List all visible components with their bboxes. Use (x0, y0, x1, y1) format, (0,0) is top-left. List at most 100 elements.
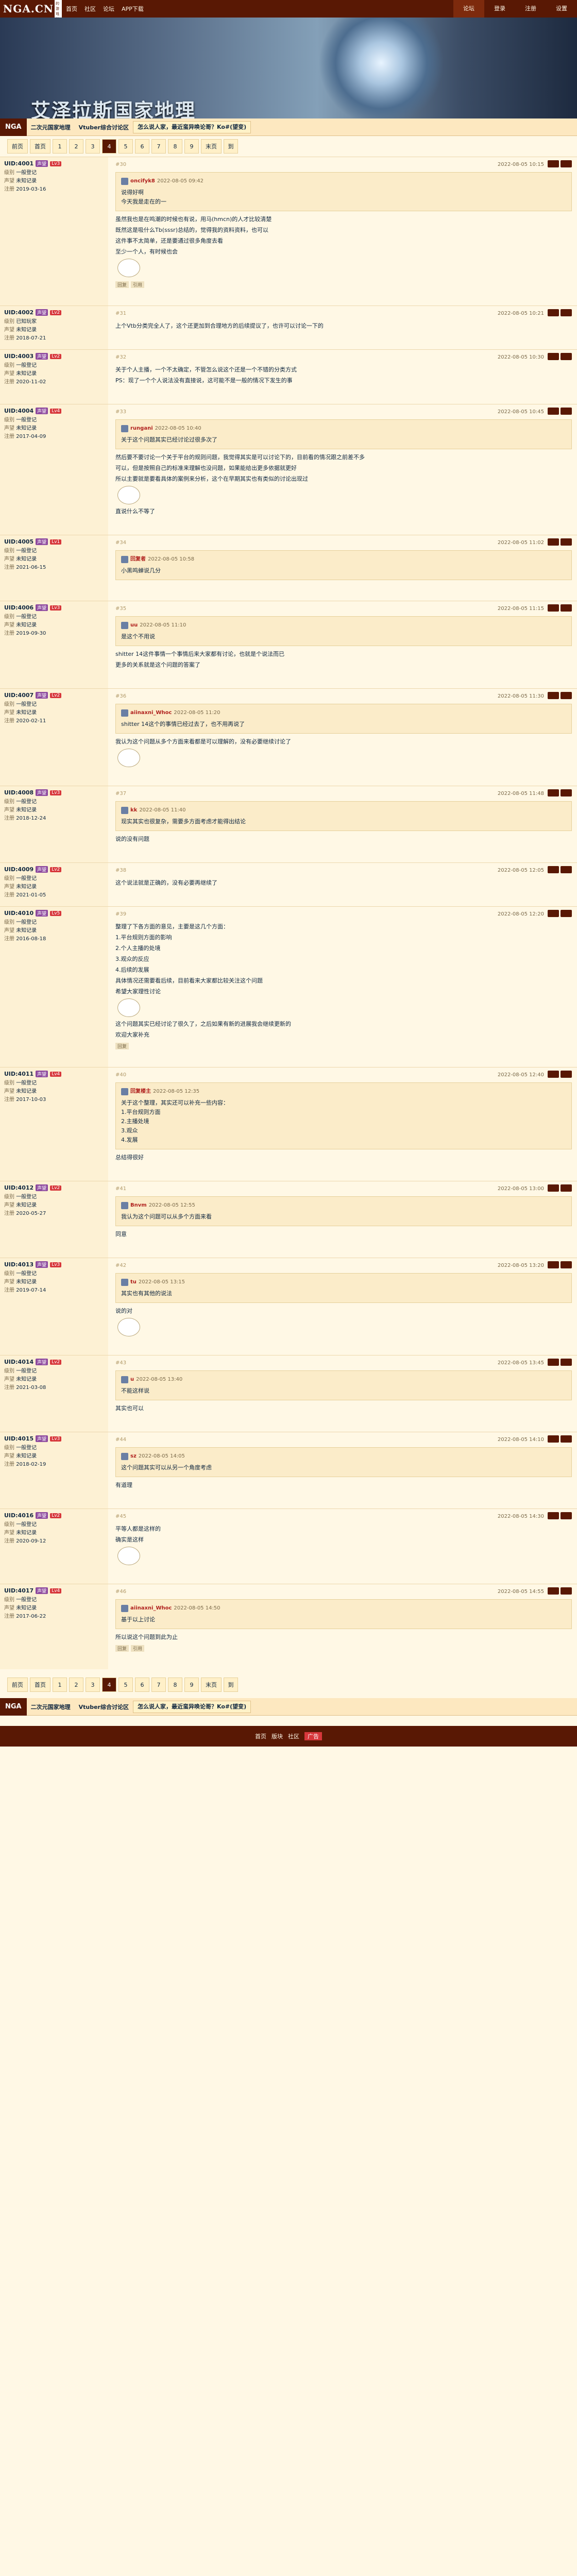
username[interactable]: UID:4011 (4, 1071, 33, 1077)
post-action[interactable]: 回复 (115, 281, 129, 288)
post-floor[interactable]: #39 (115, 911, 126, 917)
username[interactable]: UID:4014 (4, 1359, 33, 1365)
breadcrumb-thread[interactable]: 怎么说人家，最近蛮异唤论哥？Ko#(望变) (133, 1700, 251, 1713)
page-link[interactable]: 8 (168, 1677, 182, 1692)
page-link[interactable]: 5 (118, 139, 133, 154)
more-button[interactable] (561, 408, 572, 415)
page-current[interactable]: 4 (102, 1677, 116, 1692)
quote-user[interactable]: oncifyk8 (130, 177, 155, 186)
page-link[interactable]: 6 (135, 1677, 149, 1692)
page-prev[interactable]: 前页 (7, 139, 28, 154)
page-goto[interactable]: 到 (224, 139, 238, 154)
breadcrumb-thread[interactable]: 怎么说人家，最近蛮异唤论哥？Ko#(望变) (133, 121, 251, 133)
username[interactable]: UID:4006 (4, 604, 33, 611)
breadcrumb-home[interactable]: NGA (0, 1698, 27, 1716)
more-button[interactable] (561, 692, 572, 699)
post-floor[interactable]: #41 (115, 1186, 126, 1192)
reply-button[interactable] (548, 1587, 559, 1595)
post-floor[interactable]: #37 (115, 791, 126, 796)
quote-user[interactable]: aiinaxni_Whoc (130, 1604, 172, 1613)
page-first[interactable]: 首页 (30, 139, 50, 154)
post-floor[interactable]: #30 (115, 162, 126, 167)
page-last[interactable]: 末页 (201, 139, 222, 154)
more-button[interactable] (561, 353, 572, 360)
page-first[interactable]: 首页 (30, 1677, 50, 1692)
more-button[interactable] (561, 160, 572, 167)
reply-button[interactable] (548, 866, 559, 873)
nav-settings[interactable]: 设置 (546, 0, 577, 18)
reply-button[interactable] (548, 1435, 559, 1443)
nav-home[interactable]: 首页 (66, 5, 77, 13)
post-floor[interactable]: #35 (115, 606, 126, 612)
footer-ad[interactable]: 广告 (304, 1732, 322, 1740)
footer-link[interactable]: 版块 (271, 1732, 283, 1740)
page-link[interactable]: 3 (86, 139, 100, 154)
page-current[interactable]: 4 (102, 139, 116, 154)
post-action[interactable]: 回复 (115, 1043, 129, 1049)
more-button[interactable] (561, 1359, 572, 1366)
quote-user[interactable]: 回复者 (130, 555, 146, 564)
page-prev[interactable]: 前页 (7, 1677, 28, 1692)
more-button[interactable] (561, 538, 572, 546)
username[interactable]: UID:4010 (4, 910, 33, 917)
site-logo[interactable]: NGA.CN最大的游戏社区 (0, 0, 62, 27)
page-link[interactable]: 2 (69, 1677, 83, 1692)
username[interactable]: UID:4001 (4, 160, 33, 167)
nav-app[interactable]: APP下载 (122, 5, 144, 13)
breadcrumb-subforum[interactable]: Vtuber综合讨论区 (75, 123, 133, 131)
page-link[interactable]: 5 (118, 1677, 133, 1692)
username[interactable]: UID:4016 (4, 1512, 33, 1519)
post-floor[interactable]: #43 (115, 1360, 126, 1366)
reply-button[interactable] (548, 408, 559, 415)
username[interactable]: UID:4007 (4, 692, 33, 699)
reply-button[interactable] (548, 538, 559, 546)
post-action[interactable]: 回复 (115, 1645, 129, 1652)
page-link[interactable]: 1 (53, 1677, 67, 1692)
more-button[interactable] (561, 866, 572, 873)
footer-link[interactable]: 社区 (288, 1732, 299, 1740)
page-link[interactable]: 8 (168, 139, 182, 154)
page-link[interactable]: 9 (184, 139, 199, 154)
post-floor[interactable]: #36 (115, 693, 126, 699)
username[interactable]: UID:4015 (4, 1435, 33, 1442)
post-floor[interactable]: #34 (115, 540, 126, 546)
reply-button[interactable] (548, 604, 559, 612)
page-link[interactable]: 9 (184, 1677, 199, 1692)
post-floor[interactable]: #33 (115, 409, 126, 415)
username[interactable]: UID:4017 (4, 1587, 33, 1594)
more-button[interactable] (561, 789, 572, 796)
nav-community[interactable]: 社区 (84, 5, 96, 13)
page-link[interactable]: 2 (69, 139, 83, 154)
reply-button[interactable] (548, 910, 559, 917)
reply-button[interactable] (548, 1512, 559, 1519)
username[interactable]: UID:4004 (4, 408, 33, 414)
nav-login[interactable]: 登录 (484, 0, 515, 18)
nav-register[interactable]: 注册 (515, 0, 546, 18)
post-floor[interactable]: #40 (115, 1072, 126, 1078)
more-button[interactable] (561, 1512, 572, 1519)
more-button[interactable] (561, 1071, 572, 1078)
username[interactable]: UID:4002 (4, 309, 33, 316)
quote-user[interactable]: aiinaxni_Whoc (130, 708, 172, 718)
breadcrumb-home[interactable]: NGA (0, 118, 27, 136)
page-link[interactable]: 7 (151, 1677, 166, 1692)
username[interactable]: UID:4003 (4, 353, 33, 360)
quote-user[interactable]: 回复楼主 (130, 1087, 151, 1096)
quote-user[interactable]: rungani (130, 424, 153, 433)
username[interactable]: UID:4012 (4, 1184, 33, 1191)
username[interactable]: UID:4008 (4, 789, 33, 796)
post-floor[interactable]: #31 (115, 311, 126, 316)
more-button[interactable] (561, 1587, 572, 1595)
more-button[interactable] (561, 1261, 572, 1268)
page-last[interactable]: 末页 (201, 1677, 222, 1692)
more-button[interactable] (561, 1184, 572, 1192)
quote-user[interactable]: tu (130, 1278, 137, 1287)
quote-user[interactable]: kk (130, 806, 137, 815)
reply-button[interactable] (548, 1261, 559, 1268)
reply-button[interactable] (548, 1359, 559, 1366)
reply-button[interactable] (548, 309, 559, 316)
page-link[interactable]: 7 (151, 139, 166, 154)
reply-button[interactable] (548, 353, 559, 360)
page-goto[interactable]: 到 (224, 1677, 238, 1692)
breadcrumb-subforum[interactable]: Vtuber综合讨论区 (75, 1703, 133, 1711)
